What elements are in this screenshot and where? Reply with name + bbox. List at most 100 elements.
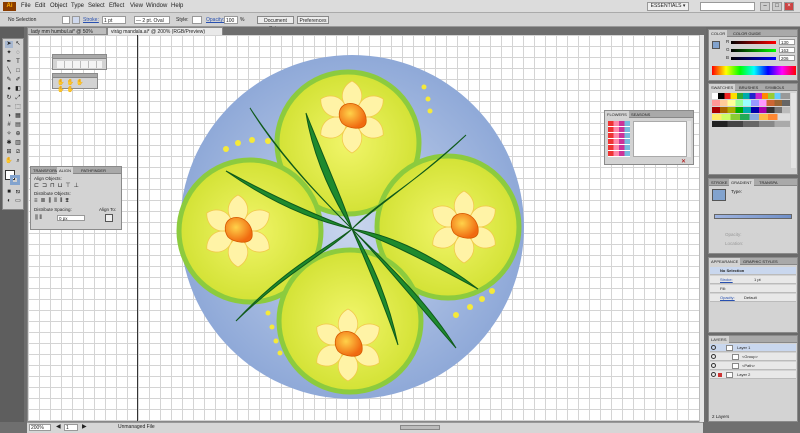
pen-tool-icon[interactable]: ✒ xyxy=(5,59,13,66)
fill-swatch[interactable] xyxy=(62,16,70,24)
rotate-tool-icon[interactable]: ↻ xyxy=(5,95,13,102)
brush-strip[interactable] xyxy=(57,61,102,68)
menu-view[interactable]: View xyxy=(130,2,143,10)
tab-transparency[interactable]: TRANSPA xyxy=(757,179,780,186)
pencil-tool-icon[interactable]: ✐ xyxy=(14,77,22,84)
lock-icon[interactable] xyxy=(718,373,722,377)
align-buttons-row[interactable]: ⊏⊐⊓⊔⊤⊥ xyxy=(34,183,112,189)
swatch-row-3[interactable] xyxy=(712,107,790,113)
direct-selection-icon[interactable]: ↖ xyxy=(14,41,22,48)
menu-object[interactable]: Object xyxy=(50,2,67,10)
flowers-scrollbar[interactable] xyxy=(686,121,691,157)
b-slider[interactable] xyxy=(731,57,776,60)
warp-tool-icon[interactable]: ≈ xyxy=(5,104,13,111)
tab-color[interactable]: COLOR xyxy=(709,30,728,37)
minimize-button[interactable]: – xyxy=(760,2,770,11)
g-slider[interactable] xyxy=(731,49,776,52)
r-field[interactable]: 130 xyxy=(779,39,795,45)
stroke-color-icon[interactable] xyxy=(10,175,20,185)
document-setup-button[interactable]: Document Setup xyxy=(257,16,294,32)
layer-row-layer1[interactable]: Layer 1 xyxy=(710,344,796,352)
tab-graphic-styles[interactable]: GRAPHIC STYLES xyxy=(741,258,780,265)
menu-select[interactable]: Select xyxy=(88,2,105,10)
vertical-scrollbar[interactable] xyxy=(699,35,704,422)
layer-row-path[interactable]: <Path> xyxy=(710,362,796,370)
appearance-opacity-label[interactable]: Opacity: xyxy=(720,295,735,300)
close-button[interactable]: × xyxy=(784,2,794,11)
distribute-buttons-row[interactable]: ≡≣⫼⦀⫴⩩ xyxy=(34,198,112,204)
symbol-sprayer-icon[interactable]: ✱ xyxy=(5,140,13,147)
b-field[interactable]: 206 xyxy=(779,55,795,61)
layer-name[interactable]: Layer 2 xyxy=(737,371,750,379)
horizontal-scroll-thumb[interactable] xyxy=(400,425,440,430)
flower-swatch-area[interactable] xyxy=(633,121,690,157)
gradient-tool-icon[interactable]: ▤ xyxy=(14,122,22,129)
lasso-icon[interactable]: ◌ xyxy=(14,50,22,57)
type-tool-icon[interactable]: T xyxy=(14,59,22,66)
selection-tool-icon[interactable]: ➤ xyxy=(5,41,13,48)
tab-pathfinder[interactable]: PATHFINDER xyxy=(79,167,108,174)
gradient-preview[interactable] xyxy=(712,189,726,201)
appearance-stroke-label[interactable]: Stroke: xyxy=(720,277,733,282)
tab-brushes[interactable]: BRUSHES xyxy=(737,84,760,91)
guide-line[interactable] xyxy=(137,35,138,421)
style-select[interactable] xyxy=(192,16,202,24)
workspace-switcher[interactable]: ESSENTIALS ▾ xyxy=(647,2,689,11)
hand-tool-icon[interactable]: ✋ xyxy=(5,158,13,165)
magic-wand-icon[interactable]: ✦ xyxy=(5,50,13,57)
menu-help[interactable]: Help xyxy=(171,2,183,10)
tab-stroke[interactable]: STROKE xyxy=(709,179,729,186)
scale-tool-icon[interactable]: ⤢ xyxy=(14,95,22,102)
shape-builder-icon[interactable]: ◑ xyxy=(5,113,13,120)
draw-mode-icon[interactable]: ◐ xyxy=(5,198,13,205)
layer-name[interactable]: Layer 1 xyxy=(737,344,750,352)
current-color-swatch[interactable] xyxy=(712,41,720,49)
r-slider[interactable] xyxy=(731,41,776,44)
opacity-label[interactable]: Opacity: xyxy=(206,16,224,24)
gradient-slider[interactable] xyxy=(714,214,792,219)
menu-edit[interactable]: Edit xyxy=(35,2,45,10)
menu-file[interactable]: File xyxy=(21,2,31,10)
tab-transform[interactable]: TRANSFORM xyxy=(31,167,60,174)
mesh-tool-icon[interactable]: # xyxy=(5,122,13,129)
appearance-opacity-row[interactable]: Opacity: Default xyxy=(710,294,796,302)
tab-symbols[interactable]: SYMBOLS xyxy=(763,84,786,91)
preferences-button[interactable]: Preferences xyxy=(297,16,329,24)
align-to-select[interactable] xyxy=(105,214,113,222)
tab-layers[interactable]: LAYERS xyxy=(709,336,729,343)
graph-tool-icon[interactable]: ▥ xyxy=(14,140,22,147)
symbol-strip[interactable]: ✋✋✋✋✋ xyxy=(57,80,93,93)
menu-type[interactable]: Type xyxy=(71,2,84,10)
tab-gradient[interactable]: GRADIENT xyxy=(729,179,754,186)
document-tab-lady[interactable]: lady mm humbul.ai* @ 50% (CMYK/Preview) xyxy=(27,27,107,43)
layer-name[interactable]: <Group> xyxy=(742,353,758,361)
menu-effect[interactable]: Effect xyxy=(109,2,124,10)
zoom-tool-icon[interactable]: ⌕ xyxy=(14,158,22,165)
distribute-spacing-icons[interactable]: ⫼ ⦀ xyxy=(35,215,42,221)
brush-tool-icon[interactable]: ✎ xyxy=(5,77,13,84)
spacing-field[interactable]: 0 px xyxy=(57,215,85,221)
layer-row-group[interactable]: <Group> xyxy=(710,353,796,361)
maximize-button[interactable]: □ xyxy=(772,2,782,11)
swatch-row-2[interactable] xyxy=(712,100,790,106)
layer-row-layer2[interactable]: Layer 2 xyxy=(710,371,796,379)
visibility-eye-icon[interactable] xyxy=(711,372,716,377)
none-mode-icon[interactable]: ⧅ xyxy=(14,189,22,196)
tab-color-guide[interactable]: COLOR GUIDE xyxy=(731,30,763,37)
zoom-field[interactable]: 200% xyxy=(29,424,51,431)
opacity-field[interactable]: 100 xyxy=(224,16,238,24)
blob-brush-icon[interactable]: ● xyxy=(5,86,13,93)
swatch-row-5[interactable] xyxy=(712,121,790,127)
swatch-row-4[interactable] xyxy=(712,114,790,120)
delete-swatch-icon[interactable]: ✕ xyxy=(681,158,686,165)
prev-page-icon[interactable]: ◀ xyxy=(56,424,61,431)
color-spectrum[interactable] xyxy=(712,66,796,75)
layer-name[interactable]: <Path> xyxy=(742,362,755,370)
search-input[interactable] xyxy=(700,2,755,11)
eyedropper-icon[interactable]: ✧ xyxy=(5,131,13,138)
tab-flowers[interactable]: FLOWERS xyxy=(605,111,629,118)
visibility-eye-icon[interactable] xyxy=(711,345,716,350)
blend-tool-icon[interactable]: ⊕ xyxy=(14,131,22,138)
page-field[interactable]: 1 xyxy=(64,424,78,431)
tab-seasons[interactable]: SEASONS xyxy=(629,111,652,118)
